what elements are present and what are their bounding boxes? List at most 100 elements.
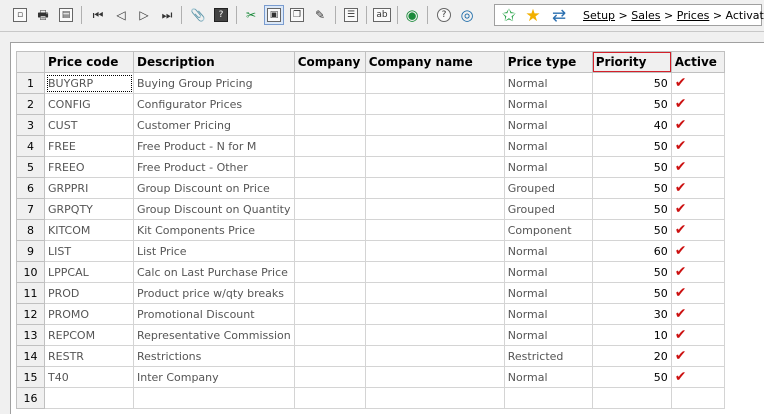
company-name-cell[interactable] [364, 366, 505, 388]
active-cell[interactable]: ✔ [670, 72, 725, 94]
price-type-cell[interactable]: Normal [503, 324, 593, 346]
price-type-cell[interactable]: Normal [503, 261, 593, 283]
priority-cell[interactable]: 50 [591, 135, 672, 157]
company-cell[interactable] [293, 156, 366, 178]
table-row[interactable]: 10 LPPCAL Calc on Last Purchase Price Norma… [16, 261, 725, 283]
table-row[interactable]: 9 LIST List Price Normal 60 ✔ [16, 240, 725, 262]
company-cell[interactable] [293, 240, 366, 262]
company-cell[interactable] [293, 135, 366, 157]
active-cell[interactable]: ✔ [670, 345, 725, 367]
company-cell[interactable] [293, 387, 366, 409]
whats-this-icon[interactable]: ? [434, 5, 454, 25]
active-cell[interactable]: ✔ [670, 303, 725, 325]
signpost-icon[interactable]: ⇄ [549, 6, 569, 26]
description-cell[interactable] [133, 387, 295, 409]
price-code-cell[interactable]: GRPPRI [44, 177, 134, 199]
company-name-cell[interactable] [364, 93, 505, 115]
price-code-cell[interactable]: LPPCAL [44, 261, 134, 283]
table-row[interactable]: 15 T40 Inter Company Normal 50 ✔ [16, 366, 725, 388]
company-cell[interactable] [293, 72, 366, 94]
price-code-cell[interactable]: RESTR [44, 345, 134, 367]
table-row[interactable]: 8 KITCOM Kit Components Price Component 50 ✔ [16, 219, 725, 241]
list-view-icon[interactable]: ☰ [341, 5, 361, 25]
price-code-cell[interactable]: CONFIG [44, 93, 134, 115]
previous-record-icon[interactable]: ◁ [111, 5, 131, 25]
company-cell[interactable] [293, 93, 366, 115]
table-row[interactable]: 11 PROD Product price w/qty breaks Normal 50… [16, 282, 725, 304]
priority-cell[interactable]: 50 [591, 219, 672, 241]
price-code-cell[interactable]: KITCOM [44, 219, 134, 241]
company-name-cell[interactable] [364, 240, 505, 262]
table-row[interactable]: 2 CONFIG Configurator Prices Normal 50 ✔ [16, 93, 725, 115]
price-code-cell[interactable] [44, 387, 134, 409]
price-code-cell[interactable]: GRPQTY [44, 198, 134, 220]
company-name-cell[interactable] [364, 345, 505, 367]
table-row[interactable]: 7 GRPQTY Group Discount on Quantity Grouped… [16, 198, 725, 220]
price-code-cell[interactable]: PROD [44, 282, 134, 304]
description-cell[interactable]: Group Discount on Quantity [133, 198, 295, 220]
price-type-cell[interactable]: Normal [503, 240, 593, 262]
price-type-cell[interactable]: Normal [503, 135, 593, 157]
company-cell[interactable] [293, 324, 366, 346]
text-field-icon[interactable]: ab [372, 5, 392, 25]
refresh-icon[interactable]: ◉ [402, 5, 422, 25]
priority-cell[interactable]: 50 [591, 156, 672, 178]
company-name-cell[interactable] [364, 303, 505, 325]
active-cell[interactable]: ✔ [670, 324, 725, 346]
price-type-cell[interactable]: Grouped [503, 198, 593, 220]
description-cell[interactable]: Promotional Discount [133, 303, 295, 325]
star-add-icon[interactable]: ✩ [499, 6, 519, 26]
description-cell[interactable]: Kit Components Price [133, 219, 295, 241]
column-header-price-code[interactable]: Price code [44, 51, 134, 73]
last-record-icon[interactable]: ⏭ [157, 5, 177, 25]
priority-cell[interactable]: 20 [591, 345, 672, 367]
active-cell[interactable]: ✔ [670, 366, 725, 388]
company-cell[interactable] [293, 114, 366, 136]
column-header-priority[interactable]: Priority [591, 51, 672, 73]
active-cell[interactable]: ✔ [670, 114, 725, 136]
description-cell[interactable]: Representative Commission [133, 324, 295, 346]
price-code-cell[interactable]: REPCOM [44, 324, 134, 346]
table-row[interactable]: 6 GRPPRI Group Discount on Price Grouped 50 ✔ [16, 177, 725, 199]
description-cell[interactable]: Configurator Prices [133, 93, 295, 115]
description-cell[interactable]: Free Product - N for M [133, 135, 295, 157]
company-name-cell[interactable] [364, 72, 505, 94]
priority-cell[interactable]: 40 [591, 114, 672, 136]
price-code-cell[interactable]: PROMO [44, 303, 134, 325]
column-header-price-type[interactable]: Price type [503, 51, 593, 73]
price-type-cell[interactable]: Normal [503, 156, 593, 178]
company-name-cell[interactable] [364, 135, 505, 157]
description-cell[interactable]: Calc on Last Purchase Price [133, 261, 295, 283]
breadcrumb-setup[interactable]: Setup [583, 9, 615, 22]
priority-cell[interactable]: 50 [591, 366, 672, 388]
price-type-cell[interactable]: Component [503, 219, 593, 241]
description-cell[interactable]: Group Discount on Price [133, 177, 295, 199]
price-type-cell[interactable]: Normal [503, 93, 593, 115]
price-type-cell[interactable]: Normal [503, 366, 593, 388]
description-cell[interactable]: Restrictions [133, 345, 295, 367]
company-cell[interactable] [293, 366, 366, 388]
table-row[interactable]: 14 RESTR Restrictions Restricted 20 ✔ [16, 345, 725, 367]
first-record-icon[interactable]: ⏮ [88, 5, 108, 25]
company-cell[interactable] [293, 345, 366, 367]
active-cell[interactable]: ✔ [670, 177, 725, 199]
price-code-cell[interactable]: T40 [44, 366, 134, 388]
price-code-cell[interactable]: LIST [44, 240, 134, 262]
company-name-cell[interactable] [364, 177, 505, 199]
active-cell[interactable]: ✔ [670, 93, 725, 115]
price-type-cell[interactable]: Normal [503, 303, 593, 325]
print-preview-icon[interactable]: ▤ [56, 5, 76, 25]
description-cell[interactable]: Product price w/qty breaks [133, 282, 295, 304]
company-name-cell[interactable] [364, 261, 505, 283]
description-cell[interactable]: Free Product - Other [133, 156, 295, 178]
active-cell[interactable]: ✔ [670, 156, 725, 178]
priority-cell[interactable]: 30 [591, 303, 672, 325]
description-cell[interactable]: Buying Group Pricing [133, 72, 295, 94]
priority-cell[interactable]: 50 [591, 177, 672, 199]
column-header-company-name[interactable]: Company name [364, 51, 505, 73]
grid-tools-icon[interactable]: ✂ [241, 5, 261, 25]
table-row[interactable]: 3 CUST Customer Pricing Normal 40 ✔ [16, 114, 725, 136]
company-cell[interactable] [293, 198, 366, 220]
price-code-cell[interactable]: CUST [44, 114, 134, 136]
help-icon[interactable]: ? [211, 5, 231, 25]
